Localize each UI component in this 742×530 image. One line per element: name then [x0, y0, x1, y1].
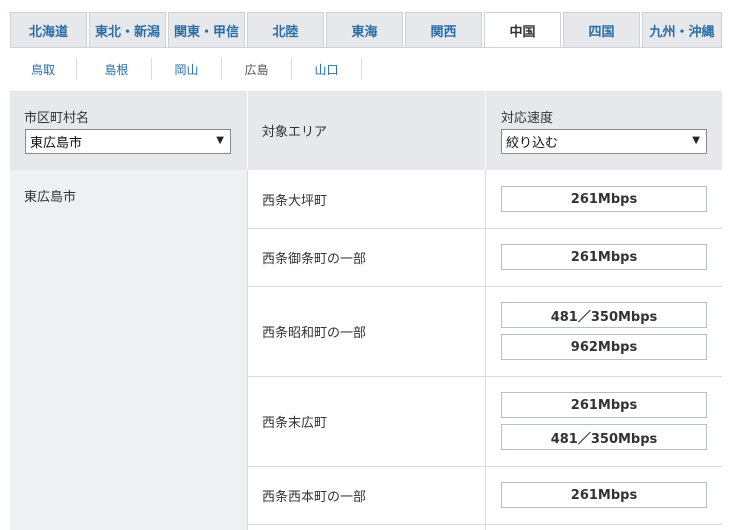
header-area-column: 対象エリア: [247, 91, 485, 170]
tab-chugoku[interactable]: 中国: [484, 12, 561, 48]
coverage-table: 市区町村名 東広島市 ▼ 対象エリア 対応速度 絞り込む ▼ 東広島市 西条大坪…: [10, 91, 722, 530]
header-speed-label: 対応速度: [501, 111, 554, 126]
speed-badge: 481／350Mbps: [501, 302, 707, 328]
speed-cell: [485, 525, 722, 530]
area-name: 西条大坪町: [262, 193, 328, 209]
tab-tohoku-niigata[interactable]: 東北・新潟: [89, 12, 166, 48]
speed-badge: 261Mbps: [501, 392, 707, 418]
prefecture-link-shimane[interactable]: 島根: [82, 58, 152, 80]
area-name: 西条西本町の一部: [262, 490, 367, 505]
city-name: 東広島市: [24, 190, 77, 205]
area-name: 西条御条町の一部: [262, 252, 367, 267]
tab-divider: [10, 47, 722, 48]
city-select[interactable]: 東広島市 ▼: [25, 129, 231, 154]
header-speed-column: 対応速度 絞り込む ▼: [485, 91, 722, 170]
city-cell: 東広島市: [10, 170, 247, 530]
table-row: [247, 524, 722, 530]
speed-badge: 261Mbps: [501, 482, 707, 508]
speed-cell: 261Mbps 481／350Mbps: [485, 377, 722, 466]
table-row: 西条大坪町 261Mbps: [247, 170, 722, 228]
speed-cell: 261Mbps: [485, 467, 722, 524]
speed-badge: 481／350Mbps: [501, 424, 707, 450]
tab-tokai[interactable]: 東海: [326, 12, 403, 48]
speed-filter-select[interactable]: 絞り込む ▼: [501, 129, 707, 154]
table-row: 西条末広町 261Mbps 481／350Mbps: [247, 376, 722, 466]
table-row: 西条昭和町の一部 481／350Mbps 962Mbps: [247, 286, 722, 376]
tab-shikoku[interactable]: 四国: [563, 12, 640, 48]
tab-hokkaido[interactable]: 北海道: [10, 12, 87, 48]
header-city-column: 市区町村名 東広島市 ▼: [10, 91, 247, 170]
header-area-label: 対象エリア: [262, 125, 328, 140]
dropdown-arrow-icon: ▼: [692, 135, 700, 146]
tab-kansai[interactable]: 関西: [405, 12, 482, 48]
region-tabs: 北海道 東北・新潟 関東・甲信 北陸 東海 関西 中国 四国 九州・沖縄: [10, 12, 722, 48]
tab-kyushu-okinawa[interactable]: 九州・沖縄: [642, 12, 722, 48]
tab-kanto-koshin[interactable]: 関東・甲信: [168, 12, 245, 48]
speed-badge: 261Mbps: [501, 186, 707, 212]
prefecture-link-yamaguchi[interactable]: 山口: [292, 58, 362, 80]
speed-badge: 261Mbps: [501, 244, 707, 270]
speed-cell: 481／350Mbps 962Mbps: [485, 287, 722, 376]
table-row: 西条御条町の一部 261Mbps: [247, 228, 722, 286]
prefecture-link-tottori[interactable]: 鳥取: [10, 58, 77, 80]
prefecture-link-hiroshima[interactable]: 広島: [222, 58, 292, 80]
area-name: [248, 525, 485, 530]
speed-select-value: 絞り込む: [506, 136, 559, 151]
table-row: 西条西本町の一部 261Mbps: [247, 466, 722, 524]
speed-badge: 962Mbps: [501, 334, 707, 360]
table-header: 市区町村名 東広島市 ▼ 対象エリア 対応速度 絞り込む ▼: [10, 91, 722, 170]
area-name: 西条昭和町の一部: [262, 326, 367, 341]
area-name: 西条末広町: [262, 416, 328, 431]
speed-cell: 261Mbps: [485, 170, 722, 228]
prefecture-link-okayama[interactable]: 岡山: [152, 58, 222, 80]
city-select-value: 東広島市: [30, 136, 83, 151]
header-city-label: 市区町村名: [24, 111, 90, 126]
tab-hokuriku[interactable]: 北陸: [247, 12, 324, 48]
dropdown-arrow-icon: ▼: [216, 135, 224, 146]
speed-cell: 261Mbps: [485, 229, 722, 286]
